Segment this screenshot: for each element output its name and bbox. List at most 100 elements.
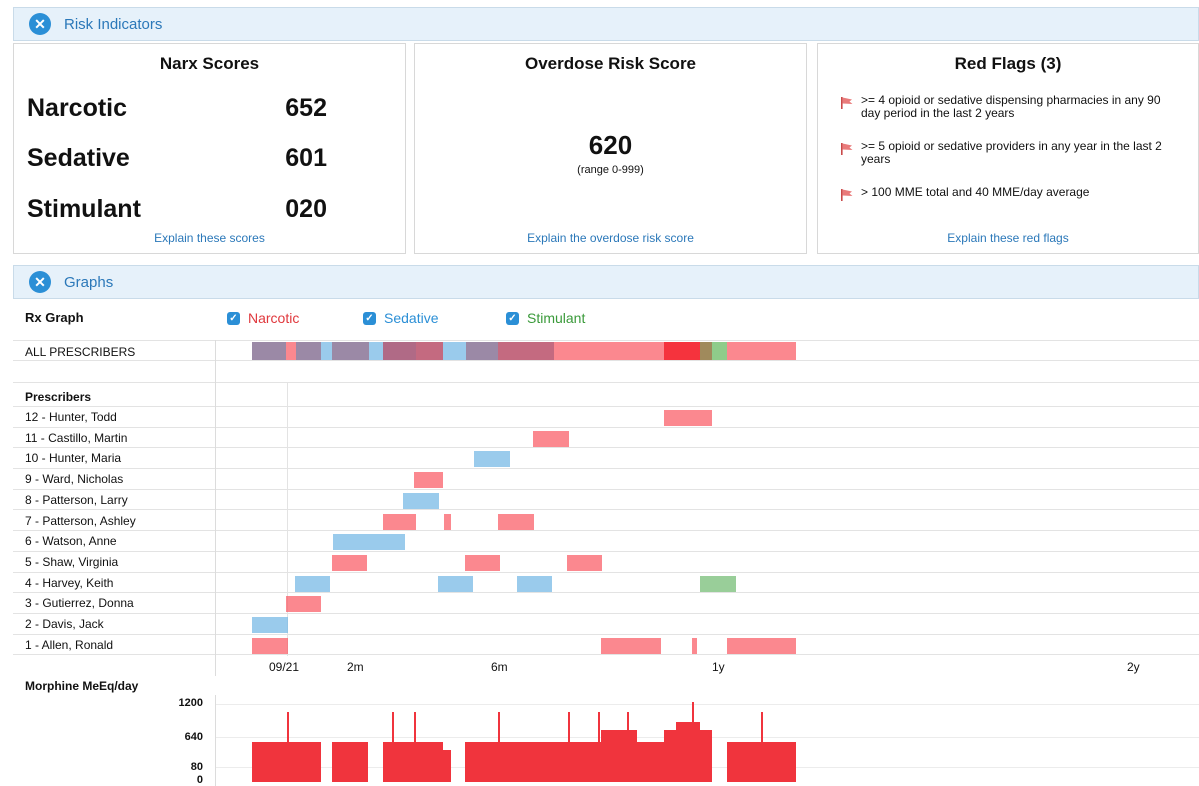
prescriber-name: 12 - Hunter, Todd bbox=[25, 410, 117, 424]
narcotic-label: Narcotic bbox=[27, 94, 128, 122]
sedative-score-row: Sedative 601 bbox=[27, 144, 327, 173]
mme-bar[interactable] bbox=[676, 722, 700, 782]
prescription-bar[interactable] bbox=[465, 554, 500, 571]
prescription-bar[interactable] bbox=[332, 554, 367, 571]
prescription-bar[interactable] bbox=[474, 451, 510, 468]
flag-icon bbox=[841, 143, 853, 155]
prescriber-name: 3 - Gutierrez, Donna bbox=[25, 596, 134, 611]
all-prescribers-bar[interactable] bbox=[498, 342, 534, 360]
prescription-bar[interactable] bbox=[444, 513, 451, 530]
sedative-score: 601 bbox=[285, 144, 327, 172]
sedative-toggle[interactable]: ✓ Sedative bbox=[363, 310, 438, 326]
prescription-bar[interactable] bbox=[414, 472, 443, 489]
explain-red-flags-link[interactable]: Explain these red flags bbox=[818, 231, 1198, 245]
prescription-bar[interactable] bbox=[567, 554, 602, 571]
narcotic-toggle[interactable]: ✓ Narcotic bbox=[227, 310, 299, 326]
red-flag-text: >= 4 opioid or sedative dispensing pharm… bbox=[861, 93, 1161, 120]
prescribers-header: Prescribers bbox=[25, 390, 92, 404]
prescriber-name: 8 - Patterson, Larry bbox=[25, 492, 128, 507]
prescription-bar[interactable] bbox=[383, 513, 416, 530]
graphs-title: Graphs bbox=[64, 273, 114, 291]
stimulant-score-row: Stimulant 020 bbox=[27, 195, 327, 224]
mme-spike bbox=[287, 712, 289, 782]
prescription-bar[interactable] bbox=[286, 596, 321, 613]
prescriber-row: 7 - Patterson, Ashley bbox=[13, 511, 1199, 532]
mme-spike bbox=[598, 712, 600, 782]
overdose-risk-range: (range 0-999) bbox=[577, 164, 644, 176]
checkbox-checked-icon[interactable]: ✓ bbox=[227, 311, 240, 325]
mme-spike bbox=[498, 712, 500, 782]
prescription-bar[interactable] bbox=[692, 637, 697, 654]
mme-tick-label: 640 bbox=[184, 731, 203, 743]
stimulant-toggle[interactable]: ✓ Stimulant bbox=[506, 310, 585, 326]
all-prescribers-bar[interactable] bbox=[286, 342, 296, 360]
prescription-bar[interactable] bbox=[601, 637, 661, 654]
risk-indicators-title: Risk Indicators bbox=[64, 15, 163, 33]
mme-spike bbox=[568, 712, 570, 782]
stimulant-label: Stimulant bbox=[27, 195, 141, 223]
mme-bar[interactable] bbox=[700, 754, 712, 782]
mme-chart-title: Morphine MeEq/day bbox=[25, 679, 139, 693]
all-prescribers-bar[interactable] bbox=[252, 342, 286, 360]
name-column-divider bbox=[215, 340, 216, 676]
all-prescribers-bar[interactable] bbox=[369, 342, 383, 360]
prescribers-header-row: Prescribers bbox=[13, 383, 1199, 407]
prescription-bar[interactable] bbox=[533, 430, 569, 447]
rx-graph-label: Rx Graph bbox=[25, 310, 84, 325]
narcotic-score: 652 bbox=[285, 94, 327, 122]
prescription-bar[interactable] bbox=[727, 637, 796, 654]
prescriber-row: 11 - Castillo, Martin bbox=[13, 428, 1199, 449]
prescription-bar[interactable] bbox=[252, 617, 288, 633]
all-prescribers-bar[interactable] bbox=[443, 342, 466, 360]
all-prescribers-bar[interactable] bbox=[534, 342, 554, 360]
sedative-toggle-label: Sedative bbox=[384, 310, 439, 326]
mme-bar[interactable] bbox=[601, 730, 637, 782]
prescription-bar[interactable] bbox=[252, 637, 288, 654]
red-flag-item: >= 5 opioid or sedative providers in any… bbox=[840, 140, 1170, 166]
narcotic-score-row: Narcotic 652 bbox=[27, 94, 327, 123]
mme-bar[interactable] bbox=[443, 750, 451, 782]
prescriber-row: 6 - Watson, Anne bbox=[13, 531, 1199, 552]
prescription-bar[interactable] bbox=[700, 575, 736, 592]
prescription-bar[interactable] bbox=[333, 534, 369, 551]
mme-bar[interactable] bbox=[637, 754, 664, 782]
time-tick-label: 6m bbox=[491, 660, 508, 674]
graphs-header[interactable]: ✕ Graphs bbox=[13, 265, 1199, 299]
prescription-bar[interactable] bbox=[295, 575, 330, 592]
prescriber-row: 2 - Davis, Jack bbox=[13, 614, 1199, 635]
all-prescribers-bar[interactable] bbox=[554, 342, 664, 360]
all-prescribers-bar[interactable] bbox=[727, 342, 796, 360]
explain-scores-link[interactable]: Explain these scores bbox=[14, 231, 405, 245]
prescription-bar[interactable] bbox=[403, 492, 439, 509]
mme-spike bbox=[627, 712, 629, 782]
prescriber-row: 9 - Ward, Nicholas bbox=[13, 469, 1199, 490]
checkbox-checked-icon[interactable]: ✓ bbox=[506, 311, 519, 325]
checkbox-checked-icon[interactable]: ✓ bbox=[363, 311, 376, 325]
prescription-bar[interactable] bbox=[498, 513, 534, 530]
all-prescribers-bar[interactable] bbox=[416, 342, 443, 360]
prescription-bar[interactable] bbox=[438, 575, 473, 592]
all-prescribers-bar[interactable] bbox=[700, 342, 712, 360]
prescriber-row: 8 - Patterson, Larry bbox=[13, 490, 1199, 511]
time-tick-label: 2y bbox=[1127, 660, 1140, 674]
collapse-graphs-icon[interactable]: ✕ bbox=[29, 271, 51, 293]
prescriber-name: 1 - Allen, Ronald bbox=[25, 637, 114, 652]
risk-indicators-header[interactable]: ✕ Risk Indicators bbox=[13, 7, 1199, 41]
collapse-risk-indicators-icon[interactable]: ✕ bbox=[29, 13, 51, 35]
prescription-bar[interactable] bbox=[664, 410, 712, 426]
all-prescribers-bar[interactable] bbox=[664, 342, 700, 360]
all-prescribers-bar[interactable] bbox=[332, 342, 369, 360]
narx-scores-panel: Narx Scores Narcotic 652 Sedative 601 St… bbox=[13, 43, 406, 254]
all-prescribers-bar[interactable] bbox=[466, 342, 498, 360]
all-prescribers-bar[interactable] bbox=[321, 342, 332, 360]
all-prescribers-bar[interactable] bbox=[712, 342, 727, 360]
prescription-bar[interactable] bbox=[517, 575, 552, 592]
explain-overdose-link[interactable]: Explain the overdose risk score bbox=[415, 231, 806, 245]
time-tick-label: 1y bbox=[712, 660, 725, 674]
all-prescribers-bar[interactable] bbox=[296, 342, 321, 360]
prescription-bar[interactable] bbox=[369, 534, 405, 551]
all-prescribers-label: ALL PRESCRIBERS bbox=[25, 345, 136, 359]
prescriber-row: 3 - Gutierrez, Donna bbox=[13, 593, 1199, 614]
all-prescribers-bar[interactable] bbox=[383, 342, 416, 360]
mme-bar[interactable] bbox=[332, 742, 368, 782]
